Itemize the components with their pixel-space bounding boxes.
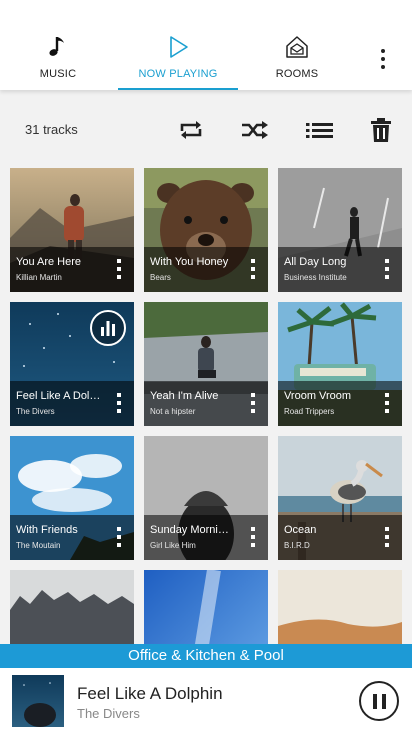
track-artist: Bears <box>150 273 171 282</box>
shuffle-icon[interactable] <box>240 116 270 144</box>
track-meta: Feel Like A Dol… The Divers <box>10 381 134 426</box>
track-meta: Ocean B.I.R.D <box>278 515 402 560</box>
speaker-house-icon <box>286 36 308 58</box>
now-playing-title: Feel Like A Dolphin <box>77 684 223 703</box>
tab-now-playing-label: NOW PLAYING <box>138 68 218 80</box>
tab-music-label: MUSIC <box>39 68 77 80</box>
equalizer-icon <box>101 321 115 336</box>
trash-icon[interactable] <box>366 116 396 144</box>
track-artist: B.I.R.D <box>284 541 310 550</box>
more-vertical-icon[interactable] <box>250 259 256 281</box>
top-navigation: MUSIC NOW PLAYING ROOMS <box>0 0 412 90</box>
track-meta: Sunday Morni… Girl Like Him <box>144 515 268 560</box>
more-vertical-icon[interactable] <box>384 259 390 281</box>
track-tile[interactable]: All Day Long Business Institute <box>278 168 402 292</box>
track-artist: Not a hipster <box>150 407 196 416</box>
now-playing-artist: The Divers <box>77 706 140 721</box>
track-meta: With Friends The Moutain <box>10 515 134 560</box>
tab-now-playing[interactable]: NOW PLAYING <box>118 34 238 90</box>
more-vertical-icon[interactable] <box>116 259 122 281</box>
track-tile[interactable]: Feel Like A Dol… The Divers <box>10 302 134 426</box>
play-outline-icon <box>170 36 188 58</box>
track-meta: With You Honey Bears <box>144 247 268 292</box>
track-tile[interactable]: Sunday Morni… Girl Like Him <box>144 436 268 560</box>
music-note-icon <box>49 37 64 56</box>
more-vertical-icon[interactable] <box>384 527 390 549</box>
track-title: Feel Like A Dol… <box>16 390 101 402</box>
more-vertical-icon[interactable] <box>116 527 122 549</box>
track-count: 31 tracks <box>25 122 78 137</box>
track-title: Yeah I'm Alive <box>150 390 219 402</box>
track-meta: Yeah I'm Alive Not a hipster <box>144 381 268 426</box>
more-vertical-icon[interactable] <box>250 393 256 415</box>
more-vertical-icon[interactable] <box>116 393 122 415</box>
tab-rooms-label: ROOMS <box>275 68 319 80</box>
queue-list-icon[interactable] <box>305 116 335 144</box>
room-group-bar[interactable]: Office & Kitchen & Pool <box>0 644 412 668</box>
tab-music[interactable]: MUSIC <box>0 34 118 90</box>
tab-rooms[interactable]: ROOMS <box>237 34 357 90</box>
track-tile[interactable]: Vroom Vroom Road Trippers <box>278 302 402 426</box>
more-vertical-icon[interactable] <box>384 393 390 415</box>
more-vertical-icon[interactable] <box>250 527 256 549</box>
track-title: You Are Here <box>16 256 82 268</box>
now-playing-badge <box>90 310 126 346</box>
track-tile[interactable]: You Are Here Killian Martin <box>10 168 134 292</box>
track-tile[interactable]: With Friends The Moutain <box>10 436 134 560</box>
track-meta: All Day Long Business Institute <box>278 247 402 292</box>
track-artist: Girl Like Him <box>150 541 196 550</box>
mini-player[interactable]: Feel Like A Dolphin The Divers <box>0 668 412 732</box>
now-playing-album-art <box>12 675 64 727</box>
track-artist: Road Trippers <box>284 407 335 416</box>
track-meta: Vroom Vroom Road Trippers <box>278 381 402 426</box>
pause-icon[interactable] <box>359 681 399 721</box>
repeat-icon[interactable] <box>176 116 206 144</box>
track-tile[interactable]: With You Honey Bears <box>144 168 268 292</box>
track-meta: You Are Here Killian Martin <box>10 247 134 292</box>
track-title: With You Honey <box>150 256 229 268</box>
more-vertical-icon[interactable] <box>372 44 396 74</box>
track-title: Sunday Morni… <box>150 524 229 536</box>
active-tab-indicator <box>118 88 238 90</box>
queue-toolbar: 31 tracks <box>0 92 412 168</box>
track-title: Vroom Vroom <box>284 390 352 402</box>
track-artist: Killian Martin <box>16 273 62 282</box>
track-artist: Business Institute <box>284 273 347 282</box>
track-artist: The Divers <box>16 407 55 416</box>
track-tile[interactable]: Yeah I'm Alive Not a hipster <box>144 302 268 426</box>
track-title: Ocean <box>284 524 317 536</box>
track-artist: The Moutain <box>16 541 61 550</box>
track-title: With Friends <box>16 524 78 536</box>
app-root: MUSIC NOW PLAYING ROOMS 31 tracks You Ar… <box>0 0 412 732</box>
track-tile[interactable]: Ocean B.I.R.D <box>278 436 402 560</box>
track-title: All Day Long <box>284 256 347 268</box>
